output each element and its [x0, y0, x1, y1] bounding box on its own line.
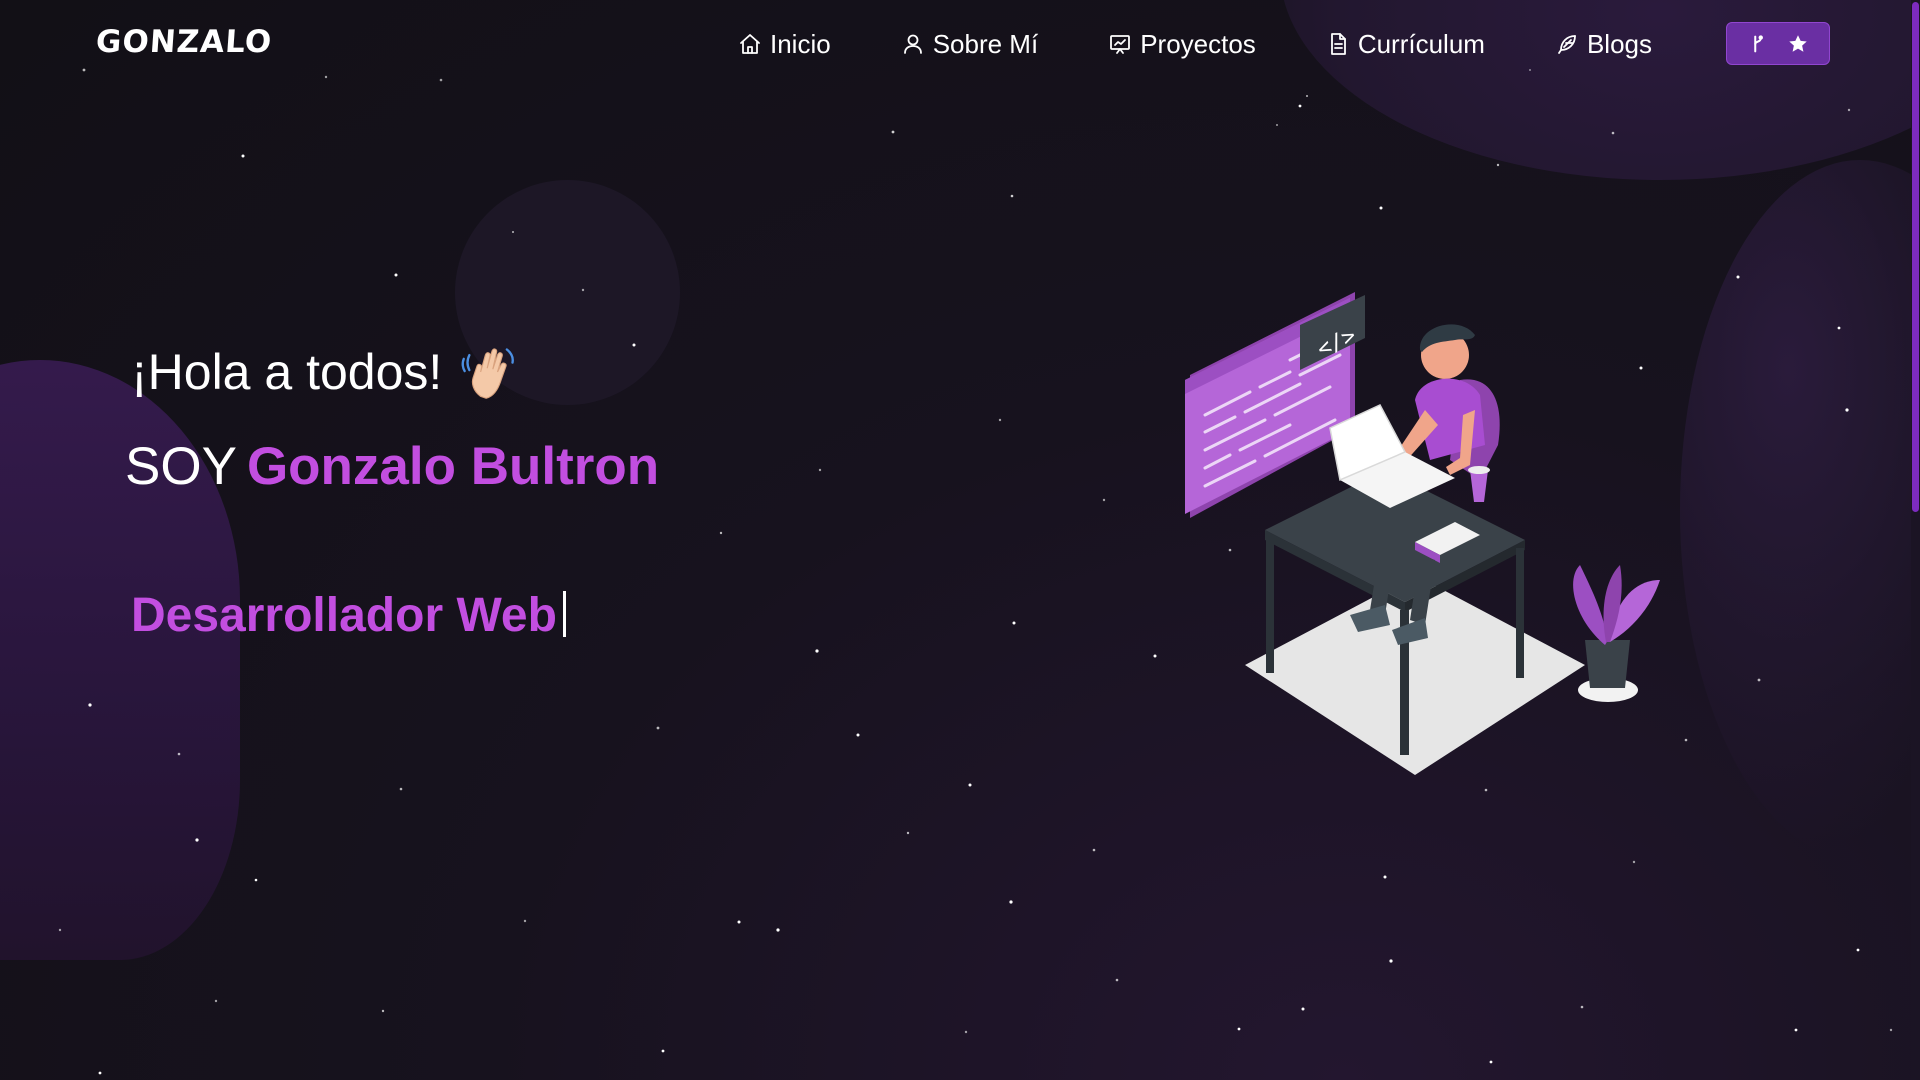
- nav-item-proyectos[interactable]: Proyectos: [1108, 29, 1256, 60]
- nav-menu: Inicio Sobre Mí Proyectos Currículum Blo…: [738, 22, 1722, 66]
- nav-item-blogs[interactable]: Blogs: [1555, 29, 1652, 60]
- page: GONZALO Inicio Sobre Mí Proyectos Curríc…: [0, 0, 1920, 1080]
- nav-item-label: Blogs: [1586, 28, 1652, 59]
- scrollbar[interactable]: [1911, 0, 1920, 1080]
- home-icon: [740, 34, 760, 54]
- typing-cursor: [562, 591, 566, 637]
- nav-item-label: Proyectos: [1140, 28, 1256, 59]
- waving-hand-icon: [461, 348, 515, 399]
- nav-item-sobre-mi[interactable]: Sobre Mí: [901, 28, 1039, 60]
- nav-item-curriculum[interactable]: Currículum: [1326, 29, 1485, 60]
- developer-illustration: </>: [1185, 292, 1660, 775]
- hero-greeting: ¡Hola a todos!: [131, 342, 520, 402]
- name-text: Gonzalo Bultron: [246, 437, 660, 496]
- presentation-icon: [1110, 35, 1131, 54]
- greeting-text: ¡Hola a todos!: [131, 344, 443, 400]
- github-button[interactable]: [1726, 22, 1830, 65]
- star-icon: [1789, 34, 1807, 52]
- hero-name: SOY Gonzalo Bultron: [125, 436, 659, 497]
- document-icon: [1330, 33, 1346, 55]
- nav-item-inicio[interactable]: Inicio: [738, 29, 831, 60]
- nav-item-label: Inicio: [770, 28, 831, 59]
- nav-item-label: Sobre Mí: [932, 28, 1039, 59]
- hero-role: Desarrollador Web: [131, 588, 566, 643]
- navbar: GONZALO Inicio Sobre Mí Proyectos Curríc…: [0, 0, 1920, 88]
- soy-text: SOY: [125, 437, 237, 496]
- git-fork-icon: [1754, 34, 1763, 52]
- nav-item-label: Currículum: [1357, 28, 1485, 59]
- site-logo[interactable]: GONZALO: [95, 24, 274, 60]
- feather-icon: [1558, 35, 1576, 54]
- user-icon: [903, 34, 922, 54]
- role-text: Desarrollador Web: [131, 589, 557, 642]
- scrollbar-thumb[interactable]: [1912, 2, 1919, 512]
